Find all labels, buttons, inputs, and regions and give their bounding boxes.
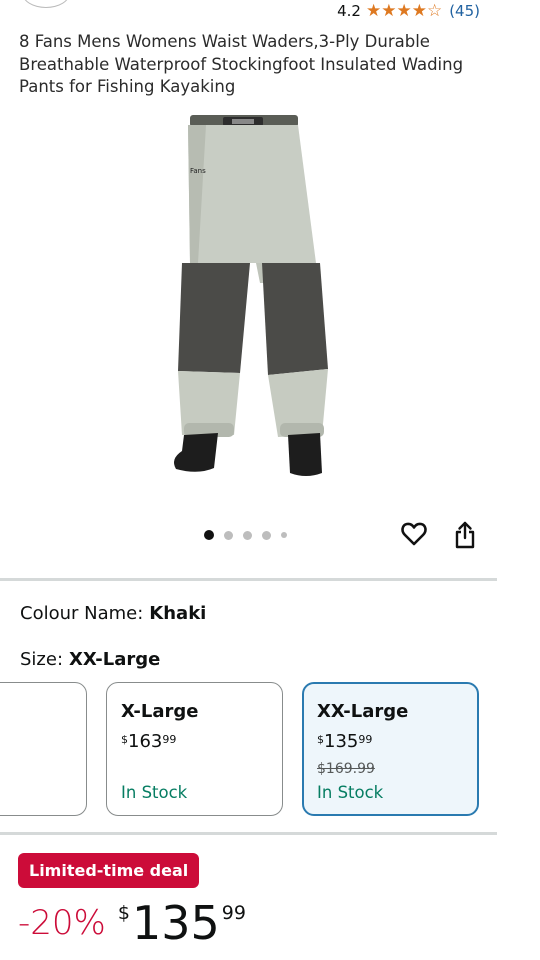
star-full-icon: ★ bbox=[381, 0, 397, 21]
star-empty-icon: ☆ bbox=[426, 0, 443, 21]
carousel-dot[interactable] bbox=[243, 530, 252, 540]
wader-logo: Fans bbox=[190, 167, 206, 175]
colour-value: Khaki bbox=[149, 603, 207, 624]
brand-logo bbox=[22, 0, 70, 8]
size-option-list-price: $169.99 bbox=[317, 761, 375, 777]
price-whole: 135 bbox=[131, 896, 220, 950]
size-selector: Size: XX-Large bbox=[20, 649, 160, 670]
limited-time-deal-badge: Limited-time deal bbox=[18, 853, 200, 888]
carousel-dot[interactable] bbox=[224, 530, 233, 540]
size-option-price: $13599 bbox=[317, 731, 373, 752]
carousel-dot-active[interactable] bbox=[204, 530, 214, 540]
size-option-name: XX-Large bbox=[317, 701, 409, 722]
size-option-stock: In Stock bbox=[121, 783, 188, 802]
size-option-price: $16399 bbox=[121, 731, 177, 752]
rating-count-link[interactable]: (45) bbox=[449, 2, 480, 20]
size-option-xx-large[interactable]: XX-Large $13599 $169.99 In Stock bbox=[302, 682, 479, 816]
colour-label: Colour Name: bbox=[20, 603, 144, 624]
share-icon[interactable] bbox=[454, 521, 476, 549]
size-option-name: X-Large bbox=[121, 701, 199, 722]
price-symbol: $ bbox=[117, 902, 130, 924]
rating-value: 4.2 bbox=[337, 2, 361, 20]
size-label: Size: bbox=[20, 649, 64, 670]
carousel-dot[interactable] bbox=[262, 530, 271, 540]
size-option-card-partial[interactable] bbox=[0, 682, 87, 816]
deal-price: -20% $ 135 99 bbox=[18, 898, 246, 948]
star-full-icon: ★ bbox=[411, 0, 427, 21]
star-full-icon: ★ bbox=[396, 0, 412, 21]
section-divider bbox=[0, 832, 497, 835]
image-carousel-dots[interactable] bbox=[204, 530, 287, 540]
product-title: 8 Fans Mens Womens Waist Waders,3-Ply Du… bbox=[19, 32, 464, 96]
star-full-icon: ★ bbox=[365, 0, 382, 21]
section-divider bbox=[0, 578, 497, 581]
colour-selector: Colour Name: Khaki bbox=[20, 603, 206, 624]
size-option-stock: In Stock bbox=[317, 783, 384, 802]
carousel-dot[interactable] bbox=[281, 532, 287, 538]
product-image[interactable]: Fans bbox=[168, 113, 338, 483]
price-cents: 99 bbox=[221, 902, 246, 924]
rating-stars: ★ ★ ★ ★ ☆ bbox=[365, 0, 443, 21]
size-option-x-large[interactable]: X-Large $16399 In Stock bbox=[106, 682, 283, 816]
heart-icon[interactable] bbox=[401, 521, 427, 547]
size-value: XX-Large bbox=[69, 649, 161, 670]
discount-percent: -20% bbox=[18, 903, 106, 943]
rating-row[interactable]: 4.2 ★ ★ ★ ★ ☆ (45) bbox=[337, 2, 480, 20]
